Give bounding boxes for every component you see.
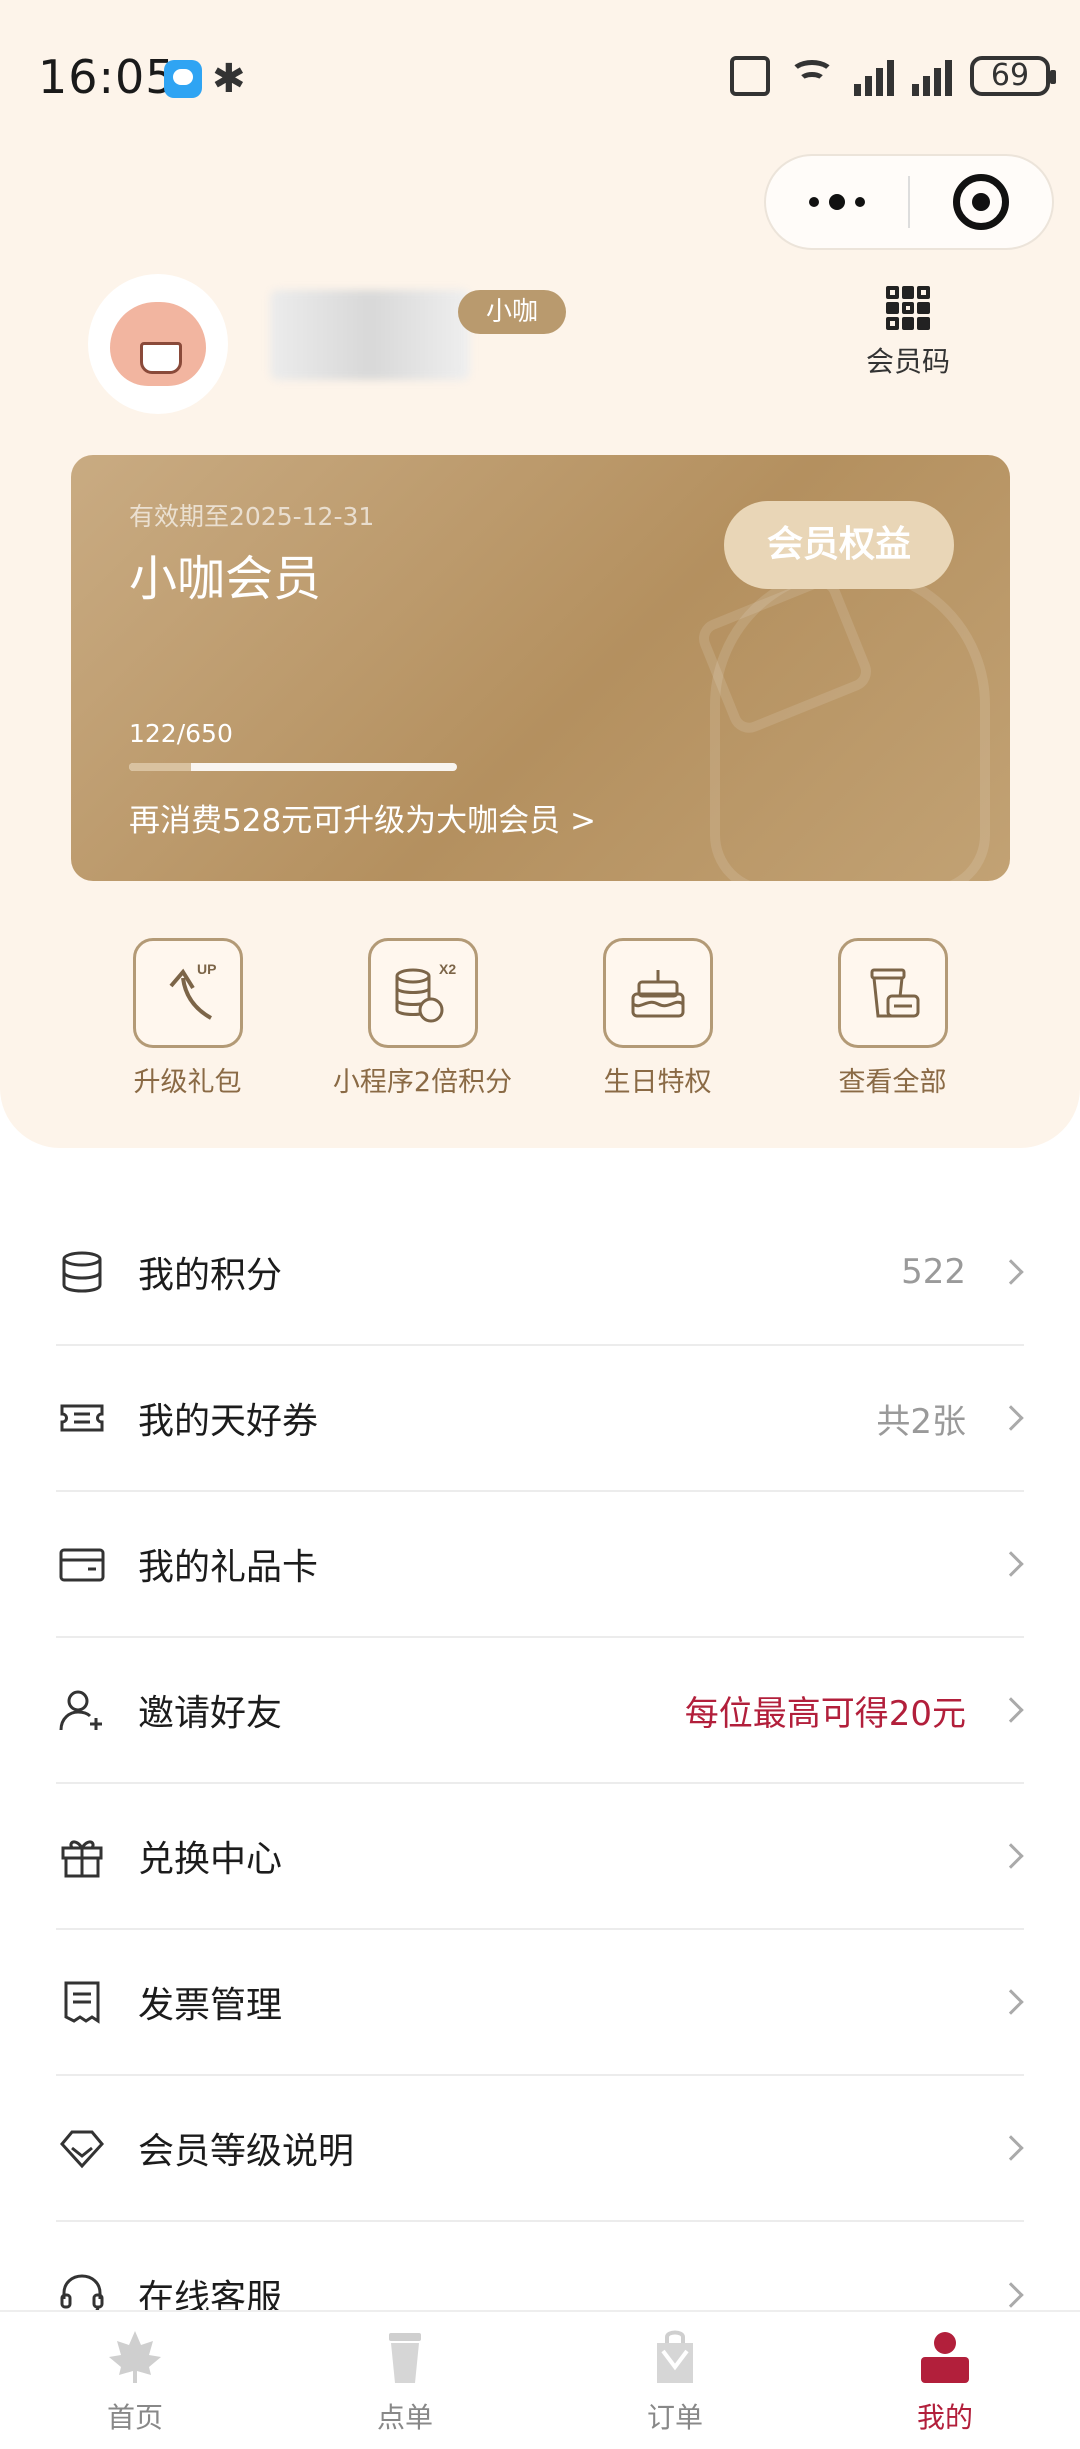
chevron-right-icon — [998, 1697, 1024, 1723]
menu-item-points[interactable]: 我的积分 522 — [56, 1200, 1024, 1346]
receipt-icon — [58, 1978, 106, 2026]
gift-icon — [58, 1832, 106, 1880]
chevron-right-icon — [998, 2135, 1024, 2161]
level-progress-fill — [129, 763, 191, 771]
chevron-right-icon — [998, 1989, 1024, 2015]
menu-item-gift-card[interactable]: 我的礼品卡 — [56, 1492, 1024, 1638]
chevron-right-icon — [998, 1843, 1024, 1869]
tab-home[interactable]: 首页 — [0, 2312, 270, 2449]
tab-label: 首页 — [106, 2401, 163, 2434]
menu-item-label: 我的积分 — [138, 1255, 283, 1296]
wifi-icon — [788, 56, 836, 96]
status-icons: 69 — [730, 56, 1056, 96]
menu-item-label: 兑换中心 — [138, 1839, 283, 1880]
quick-action-label: 小程序2倍积分 — [332, 1067, 513, 1098]
svg-text:UP: UP — [197, 961, 216, 977]
menu-item-label: 会员等级说明 — [138, 2131, 355, 2172]
signal-icon — [854, 56, 894, 96]
member-benefits-button[interactable]: 会员权益 — [724, 501, 954, 589]
database-icon — [58, 1248, 106, 1296]
menu-item-invite-friends[interactable]: 邀请好友 每位最高可得20元 — [56, 1638, 1024, 1784]
menu-item-value: 共2张 — [876, 1401, 966, 1442]
maple-leaf-icon — [104, 2326, 166, 2388]
coffee-cup-icon — [837, 938, 948, 1048]
chevron-right-icon — [998, 1405, 1024, 1431]
menu-item-label: 发票管理 — [138, 1985, 283, 2026]
upgrade-arrow-icon: UP — [132, 938, 243, 1048]
invite-user-icon — [58, 1686, 106, 1734]
tab-orders[interactable]: 订单 — [540, 2312, 810, 2449]
quick-action-label: 查看全部 — [838, 1067, 947, 1098]
tab-label: 订单 — [646, 2401, 703, 2434]
menu-item-label: 我的天好券 — [138, 1401, 319, 1442]
status-bar: 16:05 ✱ 69 — [0, 0, 1080, 160]
target-icon — [952, 174, 1009, 230]
menu-list: 我的积分 522 我的天好券 共2张 我的礼品卡 邀请好友 每位最高可得20元 … — [56, 1200, 1024, 2368]
message-notification-icon — [164, 60, 202, 98]
menu-item-value: 每位最高可得20元 — [684, 1693, 966, 1734]
vibrate-icon — [730, 56, 770, 96]
quick-action-double-points[interactable]: X2 小程序2倍积分 — [305, 938, 540, 1099]
qr-code-icon — [886, 286, 930, 330]
avatar[interactable] — [88, 274, 228, 414]
miniprogram-capsule — [764, 154, 1054, 250]
bluetooth-icon: ✱ — [212, 56, 246, 102]
chevron-right-icon — [998, 1551, 1024, 1577]
close-miniprogram-button[interactable] — [910, 174, 1052, 230]
svg-text:X2: X2 — [439, 961, 456, 977]
level-progress-bar — [129, 763, 457, 771]
membership-level-title: 小咖会员 — [129, 551, 322, 607]
signal-icon-2 — [912, 56, 952, 96]
diamond-icon — [58, 2124, 106, 2172]
cup-icon — [374, 2326, 436, 2388]
chevron-right-icon — [998, 1259, 1024, 1285]
tab-label: 点单 — [376, 2401, 433, 2434]
membership-expiry: 有效期至2025-12-31 — [129, 502, 375, 531]
more-menu-button[interactable] — [766, 194, 908, 210]
tab-mine[interactable]: 我的 — [810, 2312, 1080, 2449]
level-badge: 小咖 — [458, 290, 567, 334]
profile-icon — [914, 2326, 976, 2388]
tab-order-menu[interactable]: 点单 — [270, 2312, 540, 2449]
quick-action-label: 生日特权 — [603, 1067, 712, 1098]
member-code-button[interactable]: 会员码 — [860, 286, 956, 380]
quick-action-view-all[interactable]: 查看全部 — [775, 938, 1010, 1099]
wallet-card-icon — [58, 1540, 106, 1588]
upgrade-hint-link[interactable]: 再消费528元可升级为大咖会员 > — [129, 795, 596, 840]
menu-item-label: 我的礼品卡 — [138, 1547, 319, 1588]
menu-item-value: 522 — [901, 1252, 966, 1292]
progress-text: 122/650 — [129, 719, 233, 748]
double-points-icon: X2 — [367, 938, 478, 1048]
order-bag-icon — [644, 2326, 706, 2388]
avatar-image — [110, 302, 206, 386]
quick-action-birthday[interactable]: 生日特权 — [540, 938, 775, 1099]
membership-card[interactable]: 有效期至2025-12-31 小咖会员 会员权益 122/650 再消费528元… — [71, 455, 1010, 881]
battery-indicator: 69 — [970, 56, 1056, 96]
tab-label: 我的 — [916, 2401, 973, 2434]
chevron-right-icon — [998, 2282, 1024, 2308]
member-code-label: 会员码 — [865, 345, 950, 378]
quick-actions: UP 升级礼包 X2 小程序2倍积分 生日特权 查看全部 — [70, 938, 1010, 1099]
menu-item-label: 邀请好友 — [138, 1693, 283, 1734]
menu-item-level-rules[interactable]: 会员等级说明 — [56, 2076, 1024, 2222]
ticket-icon — [58, 1394, 106, 1442]
menu-item-redeem-center[interactable]: 兑换中心 — [56, 1784, 1024, 1930]
birthday-cake-icon — [602, 938, 713, 1048]
menu-item-coupons[interactable]: 我的天好券 共2张 — [56, 1346, 1024, 1492]
quick-action-upgrade-gift[interactable]: UP 升级礼包 — [70, 938, 305, 1099]
menu-item-invoice[interactable]: 发票管理 — [56, 1930, 1024, 2076]
status-time: 16:05 — [38, 50, 176, 104]
username-redacted — [270, 290, 470, 380]
bottom-tab-bar: 首页 点单 订单 我的 — [0, 2310, 1080, 2449]
quick-action-label: 升级礼包 — [133, 1067, 242, 1098]
